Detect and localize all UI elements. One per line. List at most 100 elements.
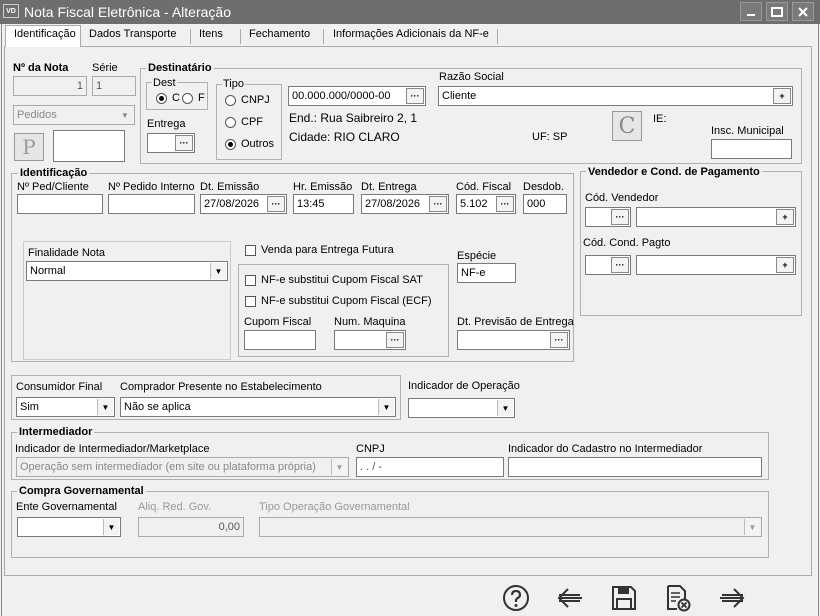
dt-entrega-calendar-button[interactable]: ··· [429, 196, 447, 212]
cancel-document-button[interactable] [662, 582, 694, 614]
tab-itens[interactable]: Itens [191, 26, 241, 46]
floppy-disk-icon [612, 586, 636, 610]
cupom-fiscal-label: Cupom Fiscal [244, 316, 312, 328]
maximize-button[interactable] [766, 2, 788, 21]
aliq-gov-label: Aliq. Red. Gov. [138, 501, 212, 513]
nota-number-field: 1 [13, 76, 87, 96]
consumidor-value: Sim [20, 401, 39, 413]
intermediador-cnpj-field[interactable]: . . / - [356, 457, 504, 477]
num-maquina-lookup-button[interactable]: ··· [386, 332, 404, 348]
tab-identificacao[interactable]: Identificação [5, 25, 81, 47]
num-maquina-label: Num. Maquina [334, 316, 406, 328]
save-button[interactable] [608, 582, 640, 614]
razao-add-button[interactable]: + [773, 88, 791, 104]
next-button[interactable] [716, 582, 748, 614]
hr-emissao-field[interactable]: 13:45 [293, 194, 354, 214]
tipo-cnpj-radio[interactable] [225, 95, 236, 106]
indicador-intermediador-combo[interactable]: Operação sem intermediador (em site ou p… [16, 457, 349, 477]
ente-gov-combo[interactable]: ▼ [17, 517, 121, 537]
previsao-field[interactable]: ··· [457, 330, 570, 350]
close-button[interactable] [792, 2, 814, 21]
sat-checkbox[interactable] [245, 275, 256, 286]
cadastro-intermediador-label: Indicador do Cadastro no Intermediador [508, 443, 703, 455]
consumidor-combo[interactable]: Sim ▼ [16, 397, 115, 417]
tab-fechamento[interactable]: Fechamento [241, 26, 323, 46]
close-icon [798, 6, 808, 17]
p-button[interactable]: P [14, 133, 44, 161]
nota-label: Nº da Nota [13, 62, 69, 74]
tipo-cpf-radio[interactable] [225, 117, 236, 128]
consumidor-label: Consumidor Final [16, 381, 103, 393]
chevron-down-icon[interactable]: ▼ [331, 459, 347, 475]
ecf-label: NF-e substitui Cupom Fiscal (ECF) [261, 295, 432, 307]
p-field[interactable] [53, 130, 125, 162]
maximize-icon [771, 6, 783, 17]
indicador-intermediador-value: Operação sem intermediador (em site ou p… [20, 461, 316, 473]
c-button[interactable]: C [612, 111, 642, 141]
cod-fiscal-value: 5.102 [460, 198, 488, 210]
chevron-down-icon[interactable]: ▼ [97, 399, 113, 415]
chevron-down-icon[interactable]: ▼ [497, 400, 513, 416]
dest-f-radio[interactable] [182, 93, 193, 104]
title-bar: VD Nota Fiscal Eletrônica - Alteração [0, 0, 820, 24]
razao-social-field[interactable]: Cliente + [438, 86, 793, 106]
cod-fiscal-lookup-button[interactable]: ··· [496, 196, 514, 212]
tipo-label: Tipo [222, 78, 245, 90]
ecf-checkbox[interactable] [245, 296, 256, 307]
finalidade-combo[interactable]: Normal ▼ [26, 261, 228, 281]
cadastro-intermediador-field[interactable] [508, 457, 762, 477]
identificacao-title: Identificação [18, 167, 90, 179]
pedidos-combo[interactable]: Pedidos ▼ [13, 105, 135, 125]
num-maquina-field[interactable]: ··· [334, 330, 406, 350]
ped-cliente-field[interactable] [17, 194, 103, 214]
vendedor-name-field[interactable]: + [636, 207, 796, 227]
especie-field[interactable]: NF-e [457, 263, 516, 283]
ie-label: IE: [653, 113, 667, 125]
entrega-field[interactable]: ··· [147, 133, 195, 153]
venda-futura-checkbox[interactable] [245, 245, 256, 256]
tab-dados-transporte[interactable]: Dados Transporte [81, 26, 191, 46]
chevron-down-icon[interactable]: ▼ [103, 519, 119, 535]
help-icon [503, 585, 529, 611]
dt-entrega-field[interactable]: 27/08/2026 ··· [361, 194, 449, 214]
insc-municipal-field[interactable] [711, 139, 792, 159]
insc-municipal-label: Insc. Municipal [711, 125, 784, 137]
cond-pagto-lookup-button[interactable]: ··· [611, 257, 629, 273]
previous-button[interactable] [554, 582, 586, 614]
dest-f-label: F [198, 92, 205, 104]
entrega-lookup-button[interactable]: ··· [175, 135, 193, 151]
tipo-outros-radio[interactable] [225, 139, 236, 150]
cond-pagto-field[interactable]: ··· [585, 255, 631, 275]
pedidos-value: Pedidos [17, 109, 57, 121]
dt-emissao-calendar-button[interactable]: ··· [267, 196, 285, 212]
tipo-outros-label: Outros [241, 138, 275, 150]
tipo-cpf-label: CPF [241, 116, 263, 128]
help-button[interactable] [500, 582, 532, 614]
minimize-button[interactable] [740, 2, 762, 21]
minimize-icon [747, 13, 755, 16]
cnpj-lookup-button[interactable]: ··· [406, 88, 424, 104]
cod-vendedor-field[interactable]: ··· [585, 207, 631, 227]
chevron-down-icon[interactable]: ▼ [378, 399, 394, 415]
comprador-combo[interactable]: Não se aplica ▼ [120, 397, 396, 417]
cod-fiscal-field[interactable]: 5.102 ··· [456, 194, 516, 214]
chevron-down-icon[interactable]: ▼ [117, 107, 133, 123]
vendedor-add-button[interactable]: + [776, 209, 794, 225]
dt-emissao-field[interactable]: 27/08/2026 ··· [200, 194, 287, 214]
desdob-field[interactable]: 000 [523, 194, 567, 214]
indicador-operacao-combo[interactable]: ▼ [408, 398, 515, 418]
cupom-fiscal-field[interactable] [244, 330, 316, 350]
tab-informacoes-adicionais[interactable]: Informações Adicionais da NF-e [325, 26, 497, 46]
cod-vendedor-lookup-button[interactable]: ··· [611, 209, 629, 225]
cnpj-destinatario-field[interactable]: 00.000.000/0000-00 ··· [288, 86, 426, 106]
especie-label: Espécie [457, 250, 497, 262]
cond-pagto-add-button[interactable]: + [776, 257, 794, 273]
compra-gov-title: Compra Governamental [17, 485, 146, 497]
dest-c-label: C [172, 92, 180, 104]
previsao-calendar-button[interactable]: ··· [550, 332, 568, 348]
dest-c-radio[interactable] [156, 93, 167, 104]
vendedor-title: Vendedor e Cond. de Pagamento [586, 166, 762, 178]
chevron-down-icon[interactable]: ▼ [210, 263, 226, 279]
cond-pagto-name-field[interactable]: + [636, 255, 796, 275]
ped-interno-field[interactable] [108, 194, 195, 214]
